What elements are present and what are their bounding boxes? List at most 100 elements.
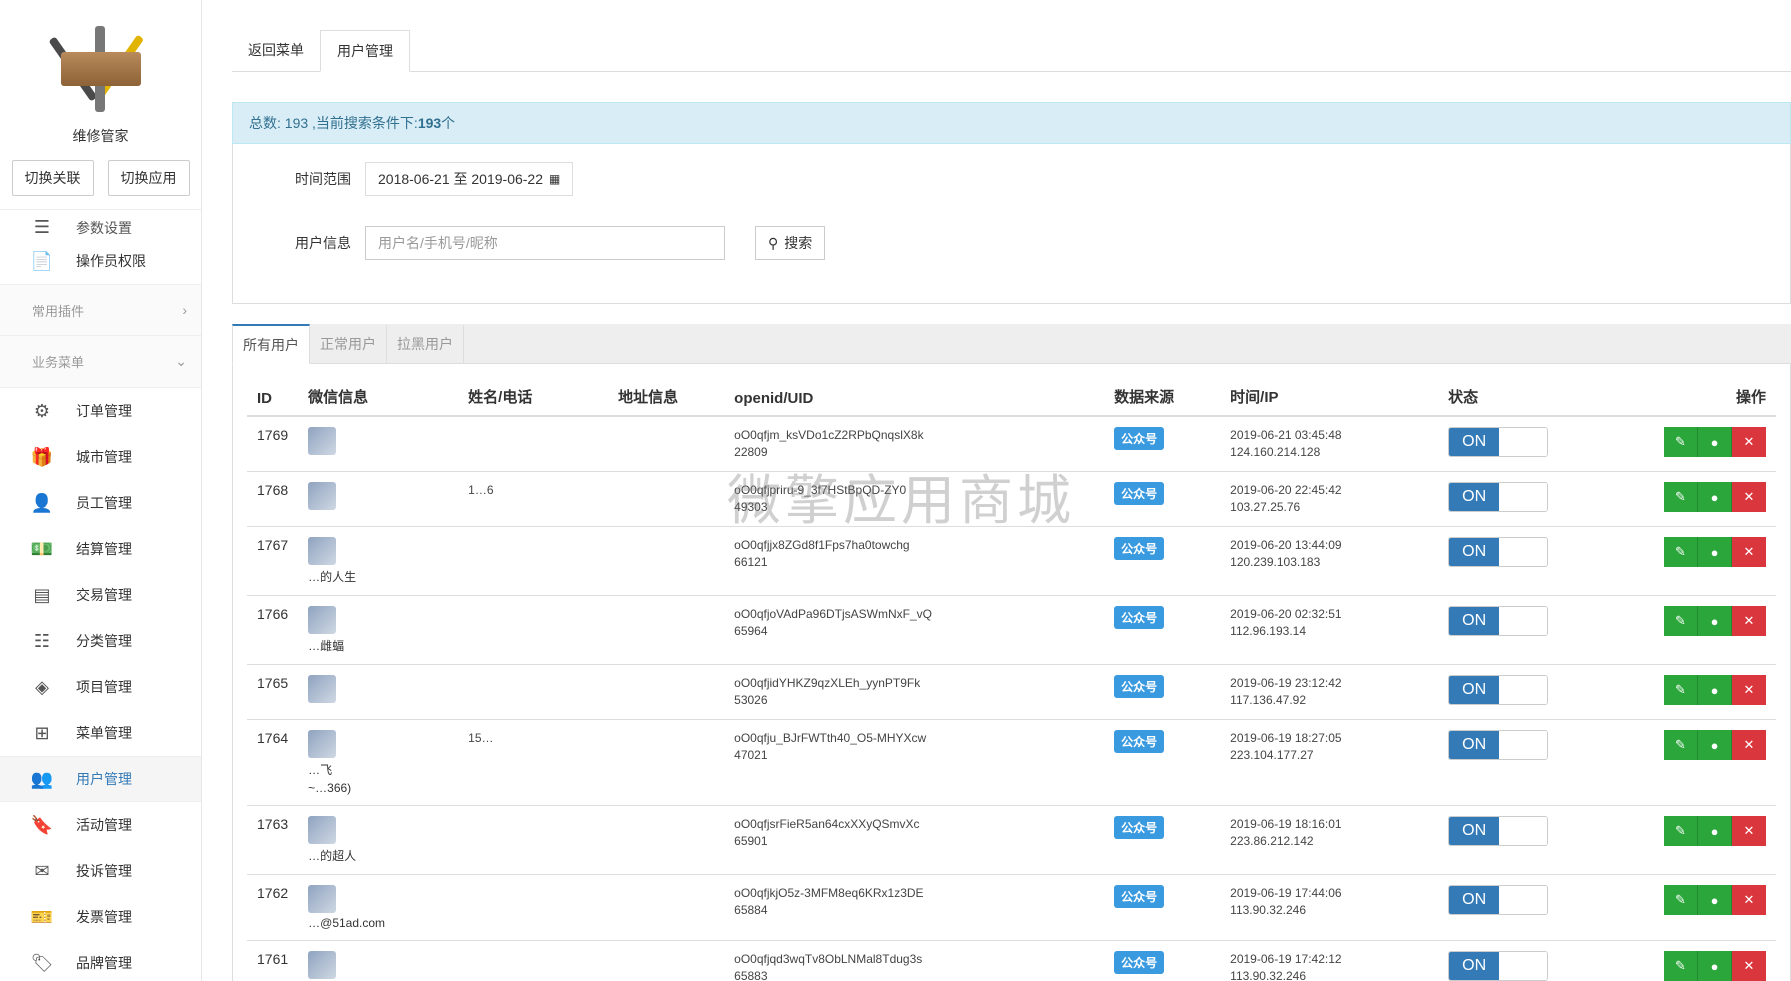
user-search-input[interactable] xyxy=(365,226,725,260)
user-detail-button[interactable]: ● xyxy=(1698,482,1732,512)
time: 2019-06-19 23:12:42 xyxy=(1230,676,1342,690)
status-toggle[interactable]: ON xyxy=(1448,675,1549,705)
table-row: 1768 1…6 oO0qfjpriru-9_3f7HStBpQD-ZY0 49303… xyxy=(247,471,1776,527)
sidebar-item-envelope[interactable]: ✉ 投诉管理 xyxy=(0,848,201,894)
cell-actions: ✎ ● ✕ xyxy=(1618,471,1776,527)
cell-name-phone xyxy=(458,874,609,941)
edit-button[interactable]: ✎ xyxy=(1664,885,1698,915)
user-detail-button[interactable]: ● xyxy=(1698,606,1732,636)
sidebar-item-user[interactable]: 👤 员工管理 xyxy=(0,480,201,526)
time-range-picker[interactable]: 2018-06-21 至 2019-06-22 ▦ xyxy=(365,162,574,196)
edit-button[interactable]: ✎ xyxy=(1664,730,1698,760)
user-icon: ● xyxy=(1710,823,1719,839)
cell-id: 1766 xyxy=(247,595,299,665)
edit-button[interactable]: ✎ xyxy=(1664,482,1698,512)
delete-button[interactable]: ✕ xyxy=(1732,482,1766,512)
search-button[interactable]: ⚲ 搜索 xyxy=(755,226,826,260)
delete-button[interactable]: ✕ xyxy=(1732,427,1766,457)
cell-source: 公众号 xyxy=(1104,595,1221,665)
chevron-down-icon: ⌄ xyxy=(175,353,187,369)
col-time-ip: 时间/IP xyxy=(1220,364,1439,417)
user-icon: ● xyxy=(1710,682,1719,698)
delete-button[interactable]: ✕ xyxy=(1732,816,1766,846)
delete-button[interactable]: ✕ xyxy=(1732,537,1766,567)
chevron-right-icon: › xyxy=(182,302,187,318)
status-toggle[interactable]: ON xyxy=(1448,816,1549,846)
toggle-knob xyxy=(1499,538,1548,566)
sidebar-item-operator-permissions[interactable]: 📄 操作员权限 xyxy=(0,238,201,284)
edit-button[interactable]: ✎ xyxy=(1664,427,1698,457)
money-icon: 💵 xyxy=(30,538,54,559)
cell-id: 1769 xyxy=(247,415,299,472)
time: 2019-06-20 22:45:42 xyxy=(1230,483,1342,497)
gear-icon: ⚙ xyxy=(33,400,51,421)
toggle-on-label: ON xyxy=(1449,538,1500,566)
sidebar-item-sitemap[interactable]: ⊞ 菜单管理 xyxy=(0,710,201,756)
tab-blacklist-users[interactable]: 拉黑用户 xyxy=(387,325,464,363)
user-detail-button[interactable]: ● xyxy=(1698,675,1732,705)
source-badge: 公众号 xyxy=(1114,606,1165,629)
delete-button[interactable]: ✕ xyxy=(1732,951,1766,981)
tab-user-management[interactable]: 用户管理 xyxy=(320,30,410,72)
edit-button[interactable]: ✎ xyxy=(1664,951,1698,981)
toggle-knob xyxy=(1499,428,1548,456)
list-icon: ☰ xyxy=(33,216,51,237)
avatar xyxy=(308,816,337,844)
user-detail-button[interactable]: ● xyxy=(1698,427,1732,457)
status-toggle[interactable]: ON xyxy=(1448,427,1549,457)
table-row: 1766 …雌蝠 oO0qfjoVAdPa96DTjsASWmNxF_vQ 65964… xyxy=(247,595,1776,665)
bookmark-icon: 🔖 xyxy=(30,814,54,835)
sidebar-item-ticket[interactable]: 🎫 发票管理 xyxy=(0,894,201,940)
tab-normal-users[interactable]: 正常用户 xyxy=(310,325,387,363)
status-toggle[interactable]: ON xyxy=(1448,606,1549,636)
cell-status: ON xyxy=(1438,595,1619,665)
status-toggle[interactable]: ON xyxy=(1448,730,1549,760)
sidebar-item-money[interactable]: 💵 结算管理 xyxy=(0,526,201,572)
edit-button[interactable]: ✎ xyxy=(1664,816,1698,846)
source-badge: 公众号 xyxy=(1114,885,1165,908)
cell-actions: ✎ ● ✕ xyxy=(1618,940,1776,981)
openid: oO0qfjidYHKZ9qzXLEh_yynPT9Fk xyxy=(734,676,921,690)
delete-button[interactable]: ✕ xyxy=(1732,606,1766,636)
sidebar-item-sliders[interactable]: ☷ 分类管理 xyxy=(0,618,201,664)
filter-panel: 时间范围 2018-06-21 至 2019-06-22 ▦ 用户信息 ⚲ 搜索 xyxy=(232,144,1791,304)
sidebar-item-params[interactable]: ☰ 参数设置 xyxy=(0,210,201,238)
section-common-plugins[interactable]: 常用插件 › xyxy=(0,284,201,336)
status-toggle[interactable]: ON xyxy=(1448,482,1549,512)
calendar-icon: ▦ xyxy=(549,172,561,186)
close-icon: ✕ xyxy=(1743,737,1755,752)
edit-button[interactable]: ✎ xyxy=(1664,675,1698,705)
sidebar-item-tags[interactable]: 🏷 品牌管理 xyxy=(0,940,201,981)
tab-back-menu[interactable]: 返回菜单 xyxy=(232,29,320,71)
edit-button[interactable]: ✎ xyxy=(1664,537,1698,567)
nickname: …的超人 xyxy=(308,849,357,863)
edit-button[interactable]: ✎ xyxy=(1664,606,1698,636)
tab-all-users[interactable]: 所有用户 xyxy=(232,324,310,364)
section-business-menu[interactable]: 业务菜单 ⌄ xyxy=(0,336,201,388)
top-tabs: 返回菜单 用户管理 xyxy=(232,0,1791,72)
user-detail-button[interactable]: ● xyxy=(1698,885,1732,915)
total-count-alert: 总数: 193 ,当前搜索条件下: 193 个 xyxy=(232,102,1791,144)
user-detail-button[interactable]: ● xyxy=(1698,730,1732,760)
sidebar-item-users[interactable]: 👥 用户管理 xyxy=(0,756,201,802)
close-icon: ✕ xyxy=(1743,958,1755,973)
sidebar-item-cubes[interactable]: ◈ 项目管理 xyxy=(0,664,201,710)
sidebar-item-gear[interactable]: ⚙ 订单管理 xyxy=(0,388,201,434)
delete-button[interactable]: ✕ xyxy=(1732,675,1766,705)
toggle-knob xyxy=(1499,886,1548,914)
user-detail-button[interactable]: ● xyxy=(1698,951,1732,981)
sidebar-item-gift[interactable]: 🎁 城市管理 xyxy=(0,434,201,480)
status-toggle[interactable]: ON xyxy=(1448,885,1549,915)
cell-actions: ✎ ● ✕ xyxy=(1618,719,1776,806)
sidebar-item-bookmark[interactable]: 🔖 活动管理 xyxy=(0,802,201,848)
status-toggle[interactable]: ON xyxy=(1448,951,1549,981)
switch-app-button[interactable]: 切换应用 xyxy=(107,160,190,196)
user-detail-button[interactable]: ● xyxy=(1698,537,1732,567)
status-toggle[interactable]: ON xyxy=(1448,537,1549,567)
switch-link-button[interactable]: 切换关联 xyxy=(11,160,94,196)
delete-button[interactable]: ✕ xyxy=(1732,885,1766,915)
cell-address xyxy=(608,595,725,665)
sidebar-item-server[interactable]: ▤ 交易管理 xyxy=(0,572,201,618)
delete-button[interactable]: ✕ xyxy=(1732,730,1766,760)
user-detail-button[interactable]: ● xyxy=(1698,816,1732,846)
